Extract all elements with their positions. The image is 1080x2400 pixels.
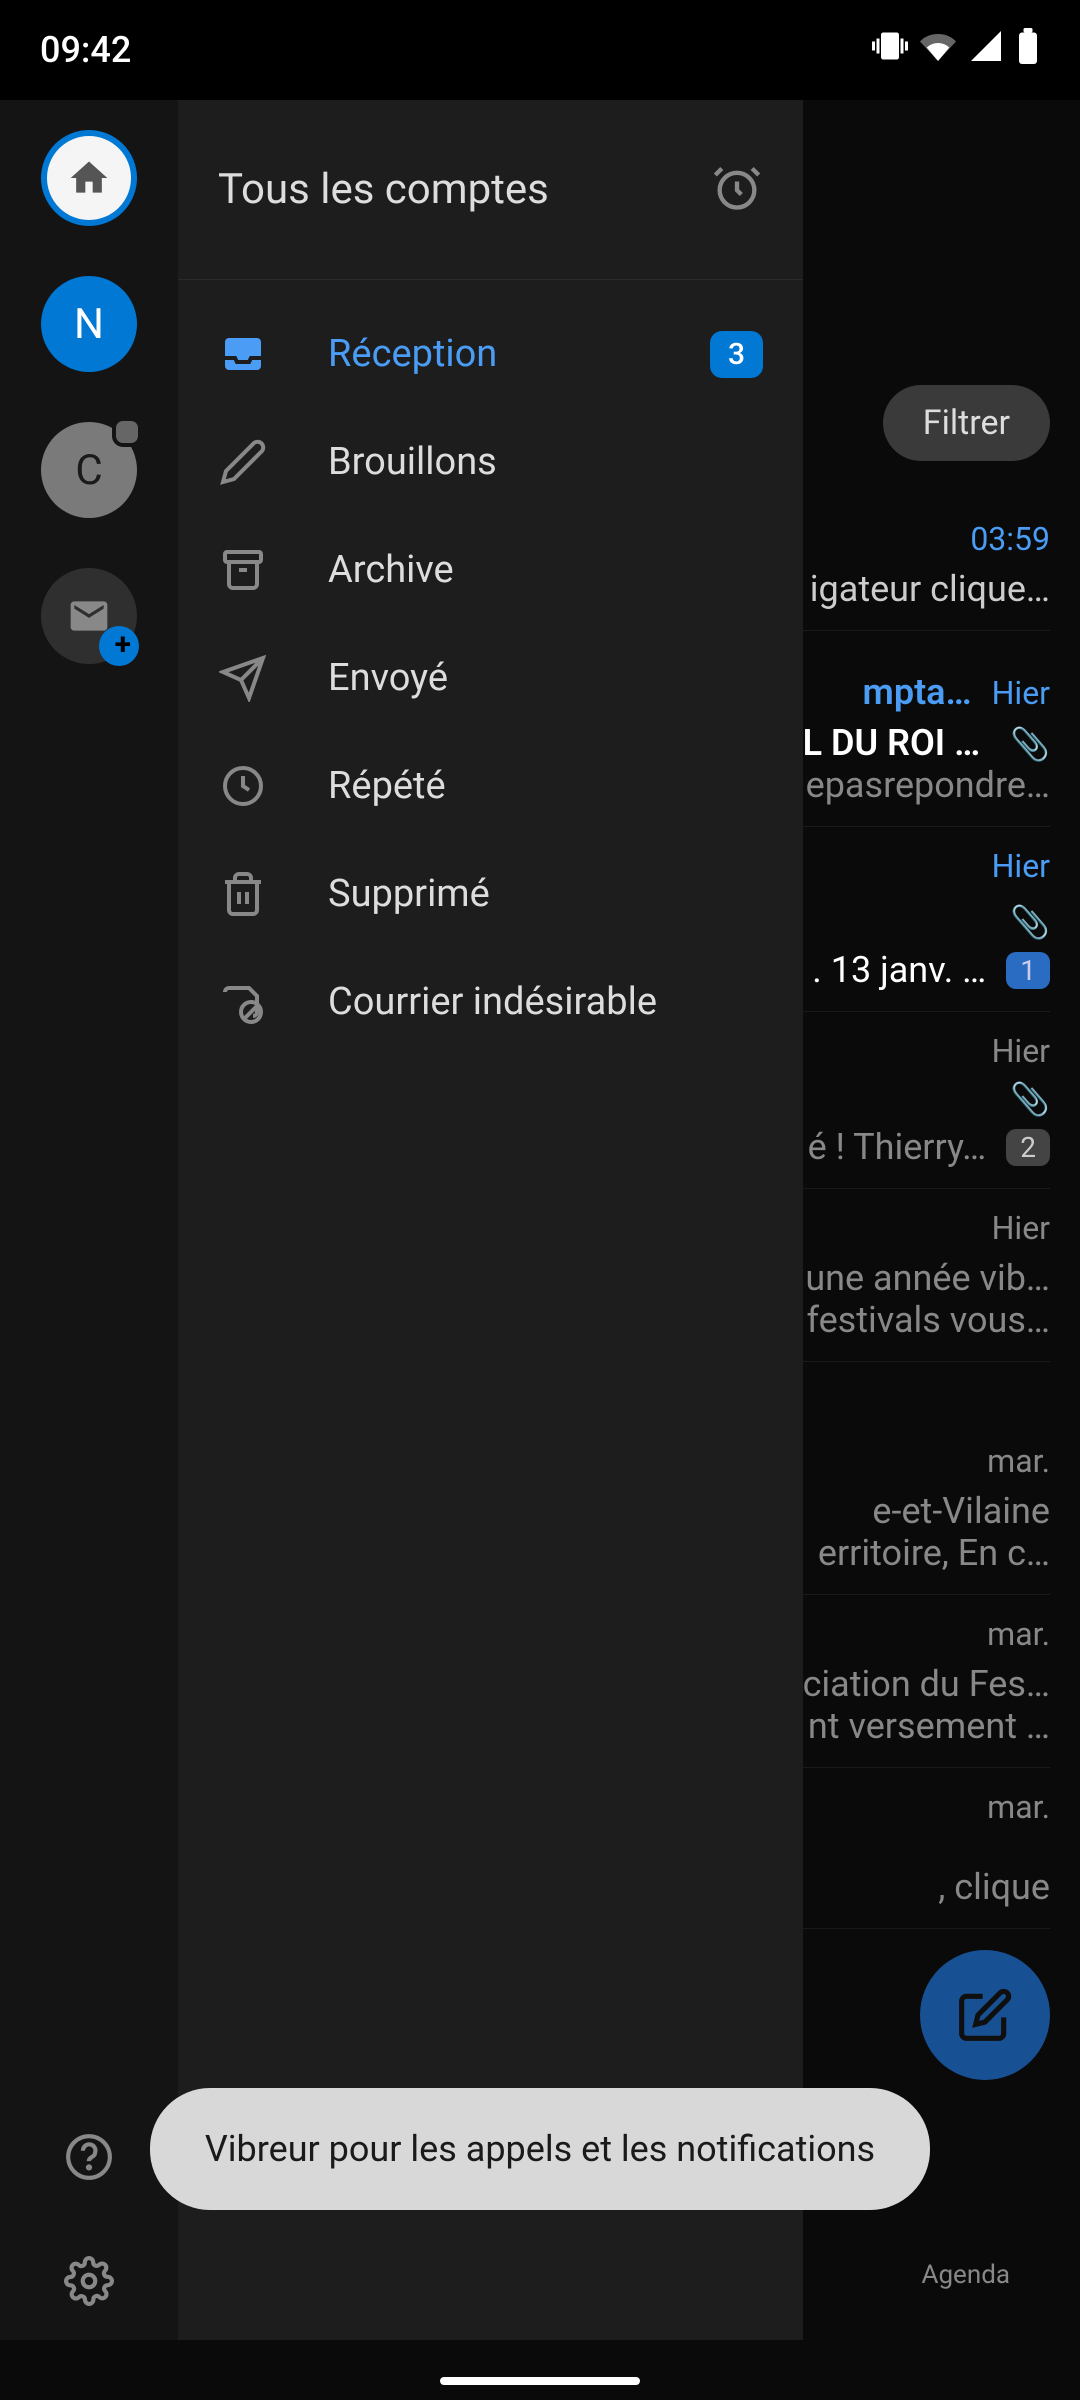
count-badge: 1 [1006,952,1050,989]
folder-label: Brouillons [328,440,763,484]
email-subject: mpta… [863,671,972,713]
folder-snoozed[interactable]: Répété [178,732,803,840]
sent-icon [218,654,268,702]
folder-archive[interactable]: Archive [178,516,803,624]
drawer-title: Tous les comptes [218,165,549,214]
folder-label: Archive [328,548,763,592]
nav-agenda[interactable]: Agenda [921,2260,1010,2320]
signal-icon [968,28,1004,73]
folder-sent[interactable]: Envoyé [178,624,803,732]
nav-indicator [440,2377,640,2385]
compose-button[interactable] [920,1950,1050,2080]
folder-badge: 3 [710,331,763,378]
email-time: Hier [992,847,1050,885]
folder-inbox[interactable]: Réception 3 [178,300,803,408]
settings-button[interactable] [64,2256,114,2310]
folder-spam[interactable]: Courrier indésirable [178,948,803,1056]
folder-label: Répété [328,764,763,808]
drawer-header: Tous les comptes [178,100,803,280]
folder-list: Réception 3 Brouillons Archive Envoyé [178,280,803,2340]
attachment-icon: 📎 [1010,1080,1050,1118]
battery-icon [1016,28,1040,73]
account-c[interactable]: C [41,422,137,518]
archive-icon [218,546,268,594]
inbox-icon [218,330,268,378]
vibrate-icon [872,28,908,73]
clock-icon [218,762,268,810]
filter-button[interactable]: Filtrer [883,385,1050,461]
spam-icon [218,978,268,1026]
toast-notification: Vibreur pour les appels et les notificat… [150,2088,930,2210]
folder-trash[interactable]: Supprimé [178,840,803,948]
add-account[interactable]: + [41,568,137,664]
attachment-icon: 📎 [1010,903,1050,941]
navigation-drawer: N C + Tous les comptes [0,100,803,2340]
account-rail: N C + [0,100,178,2340]
count-badge: 2 [1006,1129,1050,1166]
snooze-icon[interactable] [711,162,763,218]
status-bar: 09:42 [0,0,1080,100]
email-time: Hier [992,674,1050,712]
status-time: 09:42 [40,29,131,71]
drawer-content: Tous les comptes Réception 3 Brouillons [178,100,803,2340]
home-account[interactable] [41,130,137,226]
email-subject2: L DU ROI … [803,722,981,764]
folder-label: Réception [328,332,650,376]
wifi-icon [920,28,956,73]
folder-label: Courrier indésirable [328,980,763,1024]
draft-icon [218,438,268,486]
status-icons [872,28,1040,73]
folder-label: Supprimé [328,872,763,916]
email-preview: . 13 janv. … [812,949,986,991]
account-n[interactable]: N [41,276,137,372]
help-button[interactable] [64,2132,114,2186]
folder-label: Envoyé [328,656,763,700]
folder-drafts[interactable]: Brouillons [178,408,803,516]
attachment-icon: 📎 [1010,725,1050,763]
plus-icon: + [115,627,131,662]
email-preview: é ! Thierry… [808,1126,987,1168]
trash-icon [218,870,268,918]
